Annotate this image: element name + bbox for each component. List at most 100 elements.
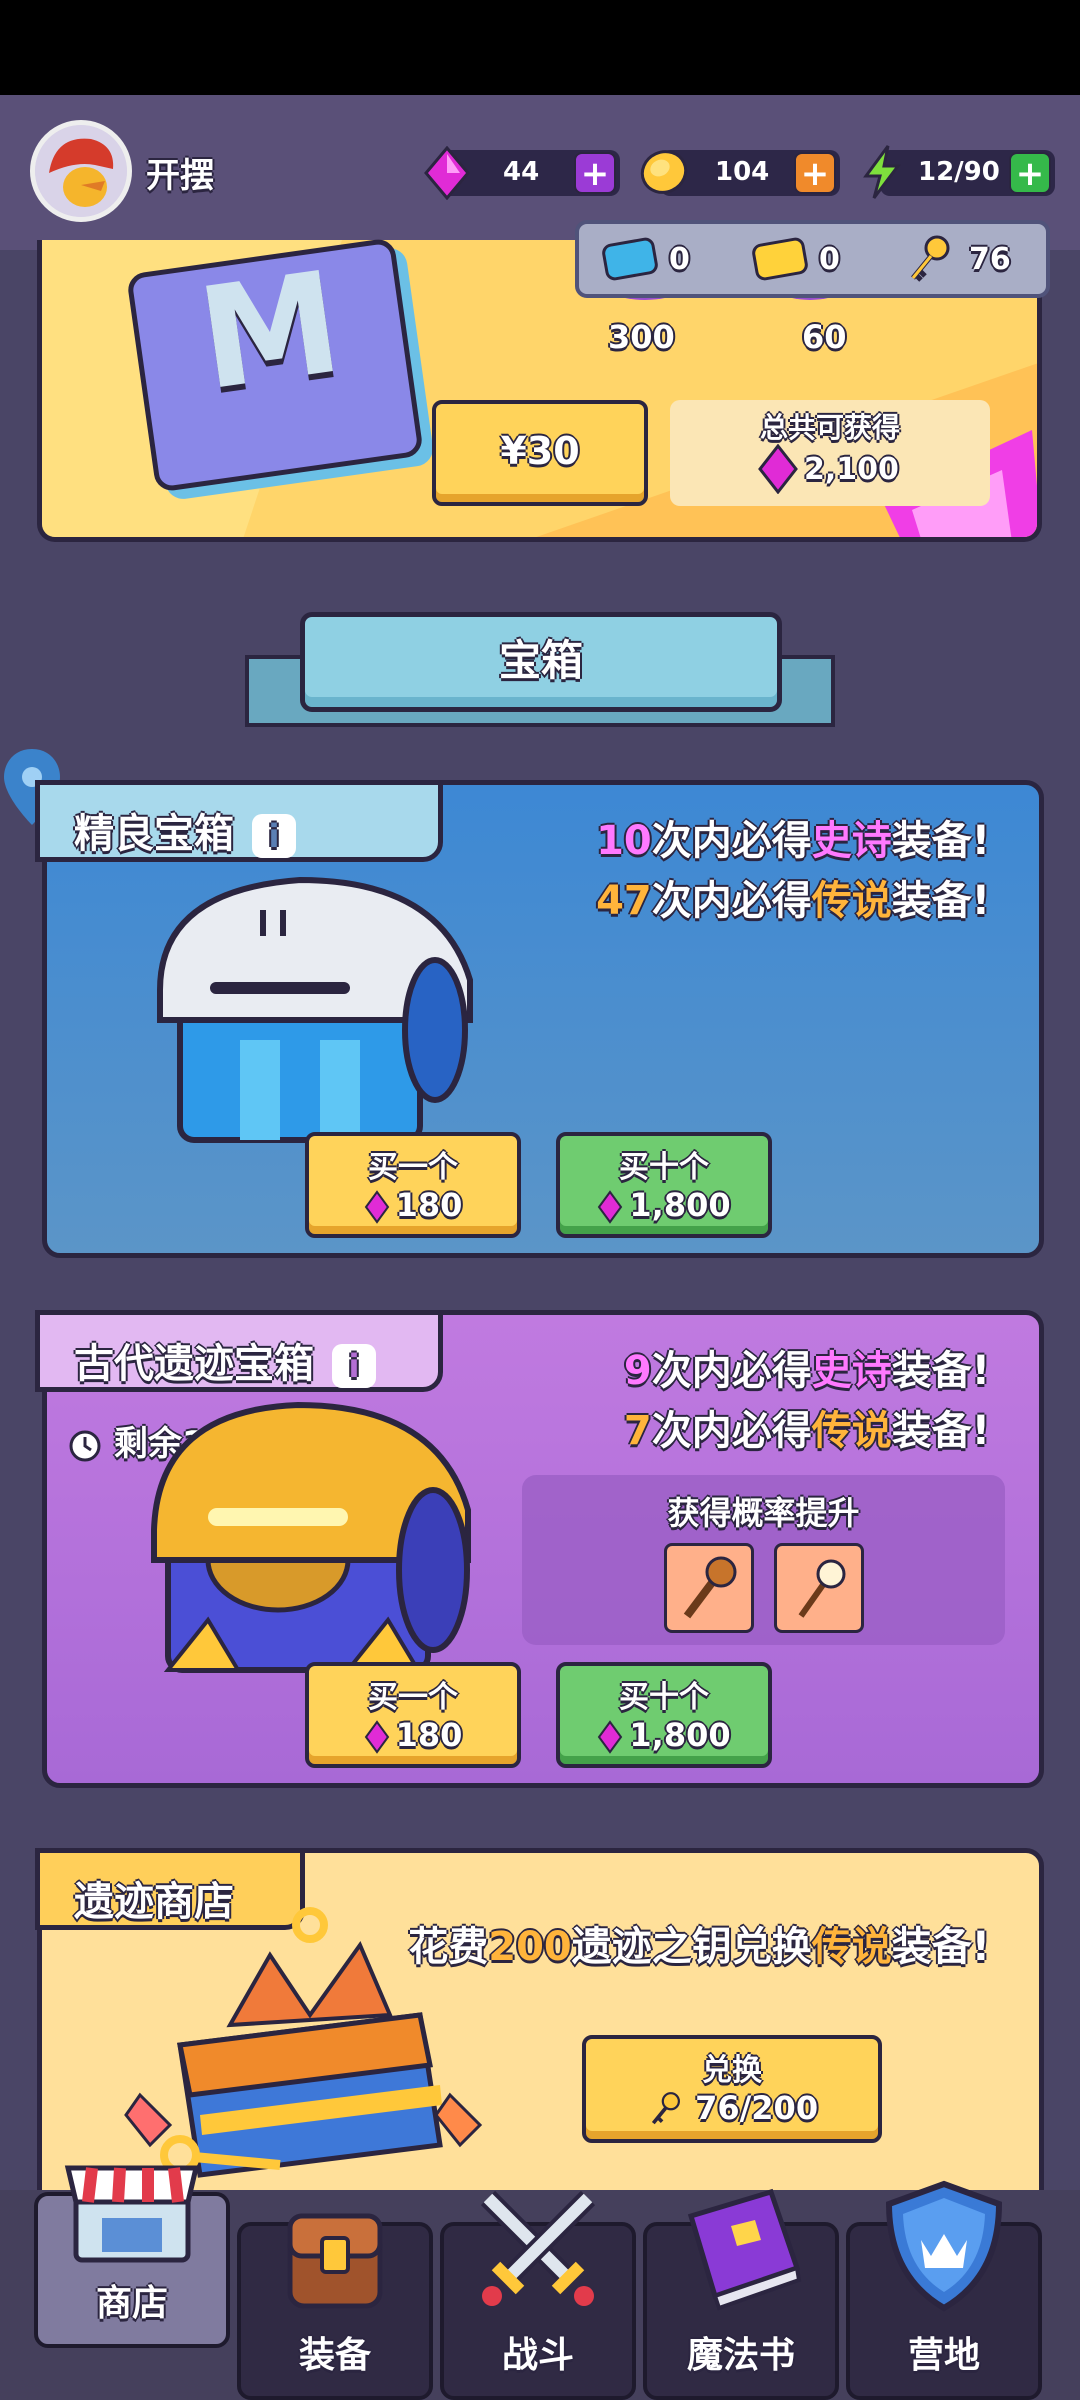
ancient-chest-title: 古代遗迹宝箱 [74,1341,314,1387]
exchange-label: 兑换 [702,2053,762,2088]
ancient-epic-text-b: 装备! [891,1348,990,1394]
gem-icon [758,444,798,494]
gem-icon [424,146,470,200]
energy-counter: 12/90 + [880,150,1055,196]
gem-icon [598,1190,623,1224]
section-title: 宝箱 [300,612,782,712]
fine-epic-guarantee: 10次内必得史诗装备! [480,808,990,866]
player-name: 开摆 [146,156,214,196]
ancient-legend-text-a: 次内必得 [651,1408,812,1454]
nav-label-battle: 战斗 [501,2335,574,2376]
energy-count: 12/90 [918,157,1000,187]
ancient-legend-text-b: 装备! [891,1408,990,1454]
ancient-legend-guarantee: 7次内必得传说装备! [480,1398,990,1456]
blue-ticket-count: 0 [669,242,690,277]
key-icon [911,235,950,282]
add-coins-button[interactable]: + [794,152,836,194]
ancient-buy-ten-price: 1,800 [629,1716,731,1754]
fine-epic-count: 10 [596,818,652,864]
exchange-progress: 76/200 [695,2089,819,2127]
fine-chest-title-tab: 精良宝箱 i [35,780,443,862]
lightning-icon [863,145,901,199]
ancient-chest-title-tab: 古代遗迹宝箱 i [35,1310,443,1392]
nav-label-spellbook: 魔法书 [686,2335,795,2376]
add-gems-button[interactable]: + [574,152,616,194]
nav-tab-spellbook[interactable]: 魔法书 [643,2188,839,2400]
ancient-buy-ten-button[interactable]: 买十个 1,800 [556,1662,772,1768]
info-icon[interactable]: i [332,1344,376,1388]
ancient-buy-ten-label: 买十个 [619,1680,709,1715]
info-icon[interactable]: i [252,814,296,858]
total-value: 2,100 [804,452,899,487]
fine-epic-word: 史诗 [811,818,892,864]
total-label: 总共可获得 [760,411,901,444]
key-count: 76 [969,242,1011,277]
fine-buy-ten-price: 1,800 [629,1186,731,1224]
nav-tab-camp[interactable]: 营地 [846,2180,1042,2400]
ancient-epic-word: 史诗 [811,1348,892,1394]
pass-book: M [126,237,424,493]
ancient-chest-icon [151,1401,471,1673]
backpack-icon [287,2213,383,2309]
nav-label-shop: 商店 [95,2283,168,2324]
camp-shield-icon [885,2180,1003,2312]
relic-text-b: 遗迹之钥兑换 [571,1924,812,1970]
nav-tab-equipment[interactable]: 装备 [237,2213,433,2400]
gem-icon [598,1720,623,1754]
gold-ticket-icon [752,237,808,281]
spellbook-icon [687,2188,802,2311]
ancient-epic-text-a: 次内必得 [651,1348,812,1394]
boost-item-mace[interactable] [664,1543,754,1633]
wand-icon [798,1559,846,1618]
ancient-buy-one-label: 买一个 [368,1680,458,1715]
key-icon [651,2092,680,2125]
exchange-button[interactable]: 兑换 76/200 [582,2035,882,2143]
fine-legend-guarantee: 47次内必得传说装备! [480,868,990,926]
pass-letter: M [189,241,351,423]
fine-buy-ten-button[interactable]: 买十个 1,800 [556,1132,772,1238]
reward-b-value: 60 [802,318,847,356]
ticket-bar: 0 0 76 [575,220,1050,298]
total-rewards-box: 总共可获得 2,100 [670,400,990,506]
fine-buy-one-price: 180 [395,1186,463,1224]
blue-ticket-icon [602,237,658,281]
fine-buy-one-button[interactable]: 买一个 180 [305,1132,521,1238]
fine-buy-one-label: 买一个 [368,1150,458,1185]
ancient-epic-count: 9 [623,1348,652,1394]
fine-epic-text-b: 装备! [891,818,990,864]
crossed-swords-icon [480,2190,596,2306]
ancient-buy-one-price: 180 [395,1716,463,1754]
fine-legend-text-b: 装备! [891,878,990,924]
nav-tab-battle[interactable]: 战斗 [440,2190,636,2400]
fine-buy-ten-label: 买十个 [619,1150,709,1185]
ancient-legend-word: 传说 [811,1408,892,1454]
fine-legend-count: 47 [596,878,652,924]
ancient-legend-count: 7 [623,1408,652,1454]
relic-text-c: 装备! [891,1924,990,1970]
status-bar [0,0,1080,95]
fine-chest-title: 精良宝箱 [74,811,234,857]
relic-count: 200 [488,1924,572,1970]
fine-chest-icon [157,876,473,1143]
shop-icon [64,2165,200,2263]
mace-icon [683,1556,737,1619]
ancient-epic-guarantee: 9次内必得史诗装备! [480,1338,990,1396]
fine-legend-text-a: 次内必得 [651,878,812,924]
ancient-buy-one-button[interactable]: 买一个 180 [305,1662,521,1768]
add-energy-button[interactable]: + [1009,152,1051,194]
coin-count: 104 [715,157,770,187]
gem-icon [364,1720,389,1754]
gem-icon [364,1190,389,1224]
gold-ticket-count: 0 [819,242,840,277]
fine-legend-word: 传说 [811,878,892,924]
avatar[interactable] [30,120,132,222]
nav-tab-shop[interactable]: 商店 [34,2165,230,2348]
fine-epic-text-a: 次内必得 [651,818,812,864]
buy-pass-button[interactable]: ¥30 [432,400,648,506]
boost-title: 获得概率提升 [667,1494,860,1532]
nav-label-equipment: 装备 [298,2335,371,2376]
relic-legend-word: 传说 [811,1924,892,1970]
reward-a-value: 300 [608,318,675,356]
boost-item-wand[interactable] [774,1543,864,1633]
nav-label-camp: 营地 [907,2335,980,2376]
